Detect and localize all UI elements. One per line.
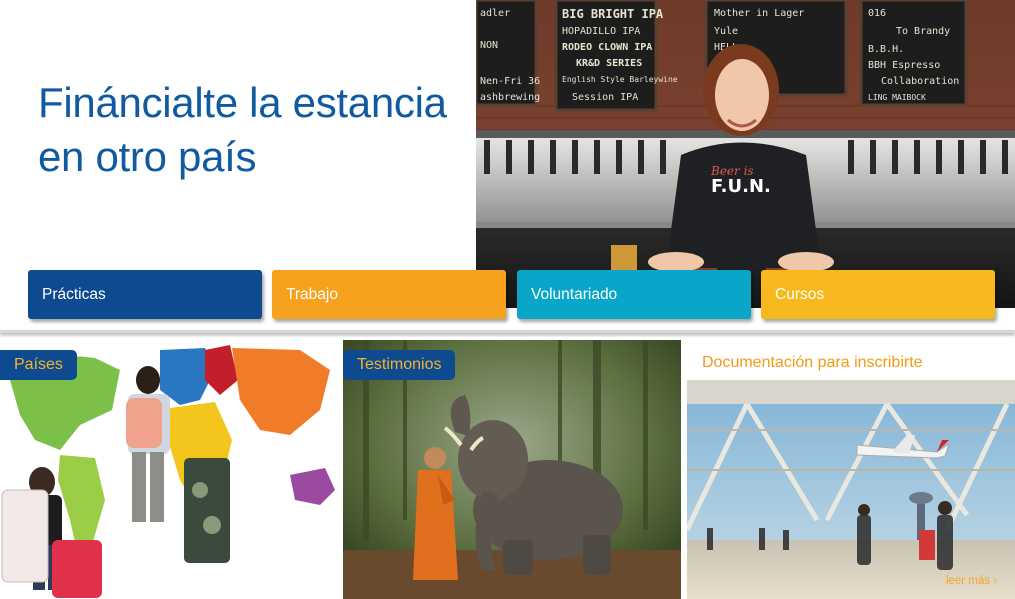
svg-text:LING MAIBOCK: LING MAIBOCK xyxy=(868,93,926,102)
svg-text:ashbrewing: ashbrewing xyxy=(480,92,540,103)
svg-text:BIG BRIGHT IPA: BIG BRIGHT IPA xyxy=(562,7,664,21)
tab-cursos[interactable]: Cursos xyxy=(761,270,995,319)
svg-text:adler: adler xyxy=(480,8,510,19)
svg-text:To Brandy: To Brandy xyxy=(896,26,950,37)
card-tag-testimonios[interactable]: Testimonios xyxy=(343,350,456,380)
card-testimonios[interactable]: Testimonios xyxy=(343,340,681,599)
tab-voluntariado[interactable]: Voluntariado xyxy=(517,270,751,319)
svg-text:HOPADILLO IPA: HOPADILLO IPA xyxy=(562,26,640,37)
svg-text:Yule: Yule xyxy=(714,26,738,37)
svg-text:Session IPA: Session IPA xyxy=(572,92,638,103)
svg-text:English Style Barleywine: English Style Barleywine xyxy=(562,75,678,84)
hero-title-line2: en otro país xyxy=(38,133,257,180)
hero-banner: Fináncialte la estancia en otro país adl… xyxy=(0,0,1015,332)
hero-title-line1: Fináncialte la estancia xyxy=(38,79,447,126)
svg-text:Mother in Lager: Mother in Lager xyxy=(714,8,804,19)
category-tabs: Prácticas Trabajo Voluntariado Cursos xyxy=(0,270,1015,320)
svg-text:NON: NON xyxy=(480,40,498,51)
airport-photo xyxy=(687,340,1015,599)
tab-practicas[interactable]: Prácticas xyxy=(28,270,262,319)
card-paises[interactable]: Países xyxy=(0,340,337,599)
section-divider xyxy=(0,330,1015,333)
hero-title: Fináncialte la estancia en otro país xyxy=(38,76,478,184)
svg-text:Collaboration: Collaboration xyxy=(881,76,959,87)
card-title-documentacion[interactable]: Documentación para inscribirte xyxy=(702,354,923,372)
svg-text:F.U.N.: F.U.N. xyxy=(711,176,771,197)
bar-photo: adler NON Nen-Fri 36 ashbrewing BIG BRIGHT … xyxy=(476,0,1015,308)
card-tag-paises[interactable]: Países xyxy=(0,350,77,380)
svg-text:RODEO CLOWN IPA: RODEO CLOWN IPA xyxy=(562,42,652,53)
svg-text:B.B.H.: B.B.H. xyxy=(868,44,904,55)
svg-text:KR&D SERIES: KR&D SERIES xyxy=(576,58,642,69)
svg-text:Nen-Fri 36: Nen-Fri 36 xyxy=(480,76,540,87)
svg-text:BBH Espresso: BBH Espresso xyxy=(868,60,940,71)
tab-trabajo[interactable]: Trabajo xyxy=(272,270,506,319)
leer-mas-link[interactable]: leer más › xyxy=(946,575,997,587)
svg-text:016: 016 xyxy=(868,8,886,19)
card-documentacion[interactable]: Documentación para inscribirte leer más … xyxy=(687,340,1015,599)
